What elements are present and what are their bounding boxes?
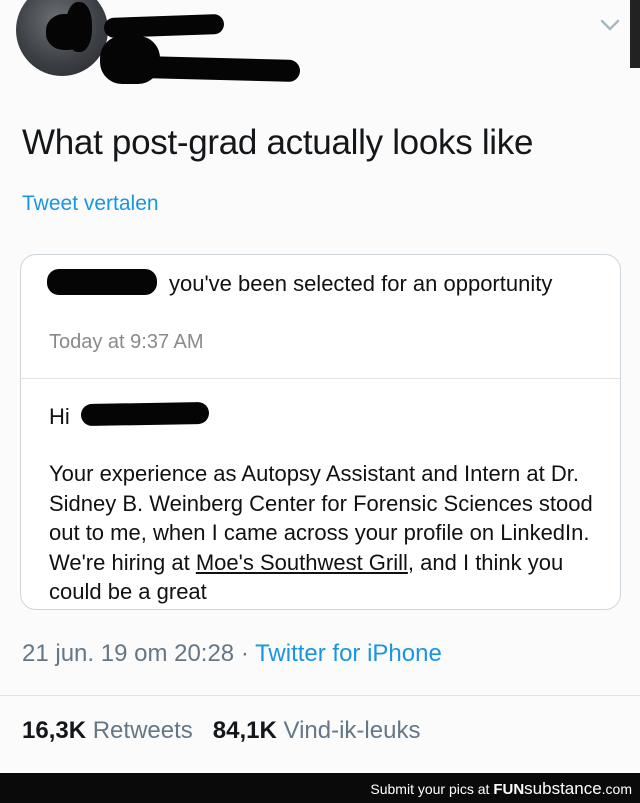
likes-stat[interactable]: 84,1K Vind-ik-leuks — [213, 717, 421, 744]
translate-tweet-link[interactable]: Tweet vertalen — [22, 192, 159, 216]
email-subject-text: you've been selected for an opportunity — [169, 271, 553, 296]
footer-brand-substance: substance — [524, 779, 602, 798]
tweet-timestamp: 21 jun. 19 om 20:28 — [22, 640, 235, 667]
retweets-stat[interactable]: 16,3K Retweets — [22, 717, 193, 744]
avatar[interactable] — [16, 0, 108, 76]
chevron-down-icon[interactable] — [597, 14, 623, 36]
tweet-stats: 16,3K Retweets 84,1K Vind-ik-leuks — [22, 717, 420, 745]
footer-brand-com: .com — [601, 781, 632, 797]
email-divider — [21, 378, 620, 379]
tweet-source-link[interactable]: Twitter for iPhone — [255, 640, 442, 667]
email-time: Today at 9:37 AM — [49, 331, 204, 353]
photo-edge — [630, 0, 640, 68]
display-name-redaction — [103, 13, 225, 39]
tweet-text: What post-grad actually looks like — [22, 123, 534, 162]
email-body: Your experience as Autopsy Assistant and… — [49, 459, 609, 607]
meta-separator: · — [240, 640, 249, 667]
tweet-meta: 21 jun. 19 om 20:28 · Twitter for iPhone — [22, 640, 442, 668]
retweets-label: Retweets — [92, 717, 193, 744]
email-screenshot[interactable]: you've been selected for an opportunity … — [20, 254, 621, 610]
divider — [0, 695, 640, 696]
email-body-link: Moe's Southwest Grill — [195, 549, 408, 575]
likes-count: 84,1K — [212, 717, 277, 744]
footer-brand-fun: FUN — [493, 781, 525, 798]
greeting-name-redaction — [80, 401, 210, 427]
username-redaction — [139, 55, 301, 83]
watermark-footer: Submit your pics at FUNsubstance.com — [0, 773, 640, 803]
retweets-count: 16,3K — [22, 717, 87, 744]
avatar-redaction — [66, 2, 92, 52]
recipient-name-redaction — [47, 269, 157, 295]
footer-text: Submit your pics at — [370, 781, 494, 797]
likes-label: Vind-ik-leuks — [283, 717, 421, 744]
email-greeting: Hi — [49, 404, 70, 429]
